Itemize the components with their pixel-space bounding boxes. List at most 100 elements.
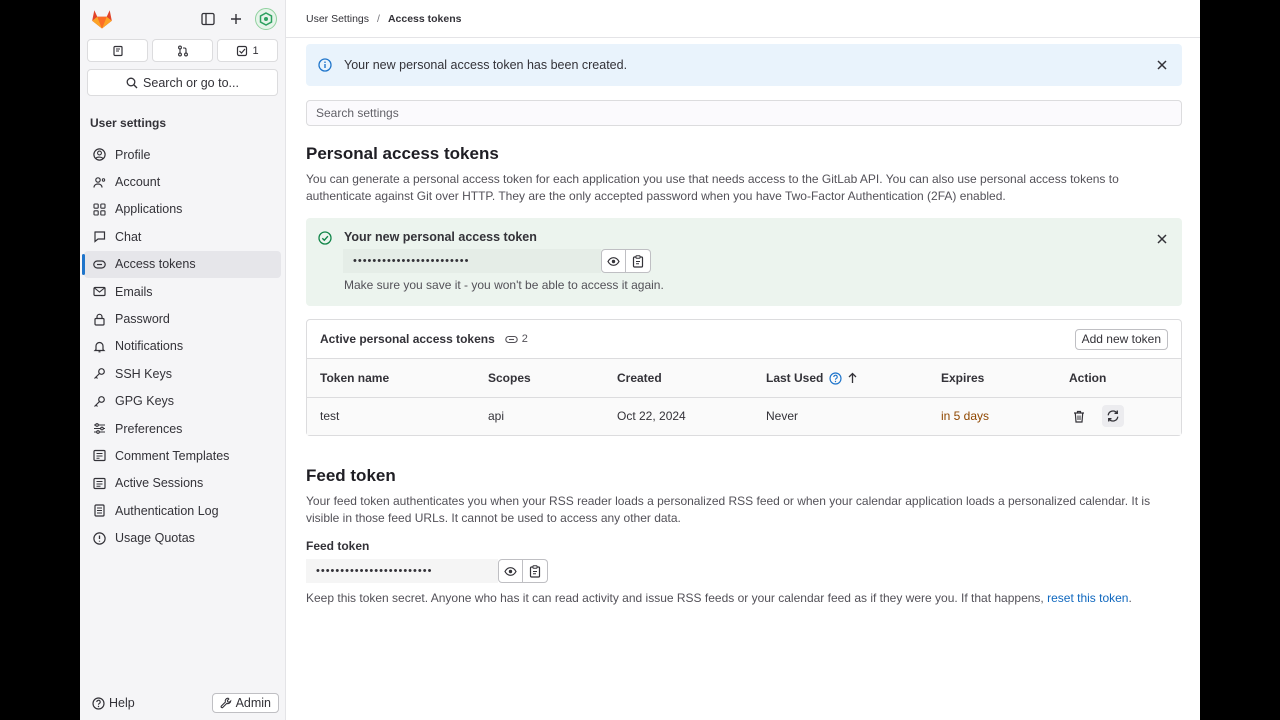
sidebar-item-notifications[interactable]: Notifications bbox=[84, 333, 281, 360]
todos-counter[interactable]: 1 bbox=[217, 39, 278, 62]
token-icon bbox=[505, 335, 518, 343]
mail-icon bbox=[92, 285, 106, 299]
sidebar-nav: Profile Account Applications Chat Access… bbox=[80, 141, 285, 552]
main-content: User Settings / Access tokens Your new p… bbox=[286, 0, 1200, 720]
feed-token-help: Keep this token secret. Anyone who has i… bbox=[306, 591, 1182, 605]
preferences-icon bbox=[92, 422, 106, 436]
breadcrumb-parent[interactable]: User Settings bbox=[306, 13, 369, 25]
new-token-row: •••••••••••••••••••••••• bbox=[343, 249, 1182, 273]
sidebar-item-account[interactable]: Account bbox=[84, 168, 281, 195]
col-last-used[interactable]: Last Used bbox=[766, 359, 941, 398]
col-created[interactable]: Created bbox=[617, 359, 766, 398]
rotate-token-button[interactable] bbox=[1102, 405, 1124, 428]
gitlab-logo-icon[interactable] bbox=[90, 7, 114, 31]
sidebar-item-password[interactable]: Password bbox=[84, 305, 281, 332]
feed-help-suffix: . bbox=[1128, 591, 1132, 605]
close-icon[interactable] bbox=[1154, 57, 1170, 73]
sidebar-item-label: Active Sessions bbox=[115, 476, 204, 491]
reveal-token-button[interactable] bbox=[601, 249, 626, 273]
new-token-field[interactable]: •••••••••••••••••••••••• bbox=[343, 249, 601, 273]
new-token-help: Make sure you save it - you won't be abl… bbox=[344, 278, 664, 292]
key-icon bbox=[92, 394, 106, 408]
col-last-used-label: Last Used bbox=[766, 370, 824, 385]
copy-feed-token-button[interactable] bbox=[523, 559, 548, 583]
log-icon bbox=[92, 504, 106, 518]
token-action-cell bbox=[1069, 397, 1181, 435]
reset-feed-token-link[interactable]: reset this token bbox=[1047, 591, 1128, 605]
info-alert-text: Your new personal access token has been … bbox=[344, 58, 628, 72]
sidebar-item-access-tokens[interactable]: Access tokens bbox=[82, 250, 281, 278]
sidebar-item-label: Comment Templates bbox=[115, 448, 230, 463]
applications-icon bbox=[92, 202, 106, 216]
sidebar-item-label: Notifications bbox=[115, 339, 184, 354]
copy-token-button[interactable] bbox=[626, 249, 651, 273]
question-icon[interactable] bbox=[829, 372, 842, 385]
sidebar-item-profile[interactable]: Profile bbox=[84, 141, 281, 168]
sidebar-item-active-sessions[interactable]: Active Sessions bbox=[84, 470, 281, 497]
sidebar-item-applications[interactable]: Applications bbox=[84, 196, 281, 223]
token-icon bbox=[92, 257, 106, 271]
sidebar-heading: User settings bbox=[90, 116, 167, 130]
issues-counter[interactable] bbox=[87, 39, 148, 62]
sidebar-item-label: Usage Quotas bbox=[115, 531, 195, 546]
feed-token-title: Feed token bbox=[306, 466, 396, 485]
search-label: Search or go to... bbox=[143, 75, 239, 90]
info-alert: Your new personal access token has been … bbox=[306, 44, 1182, 86]
sort-ascending-icon[interactable] bbox=[847, 372, 858, 384]
feed-token-label: Feed token bbox=[306, 539, 370, 553]
sidebar-item-emails[interactable]: Emails bbox=[84, 278, 281, 305]
token-last-used-cell: Never bbox=[766, 397, 941, 435]
check-circle-icon bbox=[318, 231, 332, 245]
active-tokens-card: Active personal access tokens 2 Add new … bbox=[306, 319, 1182, 436]
help-button[interactable]: Help bbox=[92, 696, 135, 710]
sidebar-item-label: Account bbox=[115, 175, 161, 190]
monitor-icon bbox=[92, 476, 106, 490]
add-new-token-button[interactable]: Add new token bbox=[1074, 328, 1168, 350]
sidebar-item-gpg-keys[interactable]: GPG Keys bbox=[84, 388, 281, 415]
feed-token-field[interactable]: •••••••••••••••••••••••• bbox=[306, 559, 498, 583]
merge-requests-counter[interactable] bbox=[152, 39, 213, 62]
active-tokens-header: Active personal access tokens 2 Add new … bbox=[307, 320, 1181, 359]
table-header-row: Token name Scopes Created Last Used Expi… bbox=[307, 359, 1181, 398]
revoke-token-button[interactable] bbox=[1069, 406, 1089, 426]
merge-request-icon bbox=[177, 45, 188, 56]
sidebar-item-label: Password bbox=[115, 312, 170, 327]
help-label: Help bbox=[109, 696, 135, 710]
breadcrumb-current[interactable]: Access tokens bbox=[388, 13, 462, 25]
search-settings-input[interactable]: Search settings bbox=[306, 100, 1182, 126]
eye-icon bbox=[504, 566, 517, 576]
sidebar-toggle-icon[interactable] bbox=[199, 10, 217, 28]
col-expires[interactable]: Expires bbox=[941, 359, 1069, 398]
sidebar-item-authentication-log[interactable]: Authentication Log bbox=[84, 497, 281, 524]
sidebar-counters: 1 bbox=[80, 39, 285, 62]
eye-icon bbox=[607, 256, 620, 266]
clipboard-icon bbox=[529, 564, 541, 578]
col-token-name: Token name bbox=[307, 359, 488, 398]
breadcrumb-separator: / bbox=[377, 12, 380, 25]
plus-icon[interactable] bbox=[227, 10, 245, 28]
breadcrumb: User Settings / Access tokens bbox=[286, 0, 1200, 38]
sidebar-item-chat[interactable]: Chat bbox=[84, 223, 281, 250]
feed-token-row: •••••••••••••••••••••••• bbox=[306, 559, 1182, 583]
close-icon[interactable] bbox=[1154, 231, 1170, 247]
bell-icon bbox=[92, 339, 106, 353]
active-tokens-title: Active personal access tokens bbox=[320, 332, 495, 346]
sidebar-bottom: Help Admin bbox=[80, 692, 285, 714]
reveal-feed-token-button[interactable] bbox=[498, 559, 523, 583]
search-icon bbox=[126, 77, 138, 88]
sidebar-item-label: Preferences bbox=[115, 421, 183, 436]
sidebar-item-label: Emails bbox=[115, 284, 153, 299]
tokens-table: Token name Scopes Created Last Used Expi… bbox=[307, 359, 1181, 435]
help-icon bbox=[92, 696, 105, 710]
sidebar-item-ssh-keys[interactable]: SSH Keys bbox=[84, 360, 281, 387]
sidebar-item-comment-templates[interactable]: Comment Templates bbox=[84, 442, 281, 469]
sidebar-item-usage-quotas[interactable]: Usage Quotas bbox=[84, 524, 281, 551]
sidebar-item-label: SSH Keys bbox=[115, 366, 172, 381]
wrench-icon bbox=[220, 697, 231, 709]
admin-button[interactable]: Admin bbox=[211, 693, 279, 713]
col-action: Action bbox=[1069, 359, 1181, 398]
sidebar-item-preferences[interactable]: Preferences bbox=[84, 415, 281, 442]
avatar[interactable] bbox=[255, 8, 277, 30]
app-window: 1 Search or go to... User settings Profi… bbox=[80, 0, 1200, 720]
search-or-go-to-button[interactable]: Search or go to... bbox=[87, 69, 278, 96]
